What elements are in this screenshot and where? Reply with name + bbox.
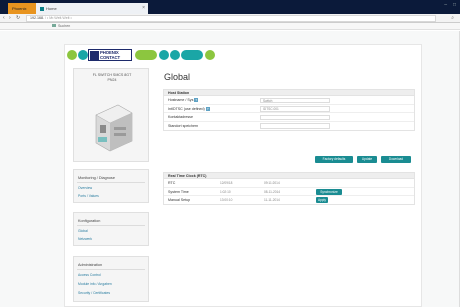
nav-heading: Konfiguration: [78, 219, 101, 223]
address-bar[interactable]: 192.168. / • Mr.Welt.Welt •: [26, 15, 436, 22]
nav-link-module[interactable]: Module info / Angaben: [78, 282, 112, 286]
nav-link-global[interactable]: Global: [78, 229, 88, 233]
bookmark-item[interactable]: Suchen: [52, 24, 70, 29]
nav-box-monitoring: Monitoring / Diagnose Overview Ports / V…: [73, 169, 149, 203]
product-title: FL SWITCH SMCS 8GT PN24: [92, 73, 132, 82]
back-icon[interactable]: ‹: [3, 15, 5, 22]
bookmark-label: Suchen: [58, 24, 71, 28]
field-label: Kontaktadresse: [168, 115, 193, 119]
nav-link-access[interactable]: Access Control: [78, 273, 101, 277]
brand-logo: PHOENIX CONTACT: [88, 49, 132, 61]
logo-mark-icon: [90, 51, 99, 60]
brand-dot-icon: [170, 50, 180, 60]
date-cell: 12/09/18: [220, 181, 233, 185]
field-label: Standort speichern: [168, 123, 199, 128]
field-label: Hostname / Sys?: [168, 98, 199, 103]
time-cell: 09:11:2014: [264, 181, 280, 185]
window-controls: – □: [444, 2, 456, 8]
close-icon[interactable]: ×: [142, 3, 145, 14]
nav-link-security[interactable]: Security / Certificates: [78, 291, 110, 295]
forward-icon[interactable]: ›: [9, 15, 11, 22]
brand-header: PHOENIX CONTACT: [67, 48, 227, 62]
tab-label: Phoenix: [12, 6, 27, 11]
form-row: Manual Setup 13:00:10 11-11-2014 Apply: [164, 196, 414, 205]
brand-pill-icon: [135, 50, 157, 60]
form-row: System Time 1:02:10 08-11-2014 Synchroni…: [164, 188, 414, 196]
nav-heading: Monitoring / Diagnose: [78, 176, 115, 180]
search-icon[interactable]: ⌕: [451, 15, 454, 21]
field-label: Manual Setup: [168, 198, 191, 202]
browser-tab-strip: Phoenix Home × – □: [0, 0, 460, 14]
brand-name: PHOENIX CONTACT: [100, 50, 120, 60]
time-cell: 08-11-2014: [264, 189, 281, 194]
hostname-field[interactable]: Switch: [260, 97, 330, 103]
nav-box-configuration: Konfiguration Global Netzwerk: [73, 212, 149, 246]
brand-dot-icon: [159, 50, 169, 60]
minimize-icon[interactable]: –: [444, 2, 447, 8]
location-field[interactable]: [260, 123, 330, 129]
download-button[interactable]: Download: [381, 156, 411, 163]
form-row: Kontaktadresse: [164, 113, 414, 122]
reload-icon[interactable]: ↻: [16, 15, 20, 22]
page-title: Global: [164, 72, 191, 82]
bookmarks-bar: Suchen: [0, 23, 460, 30]
tab-home[interactable]: Home ×: [36, 3, 148, 14]
address-path: / • Mr.Welt.Welt •: [45, 16, 72, 20]
product-image: [95, 104, 133, 152]
form-row: Hostname / Sys? Switch: [164, 96, 414, 105]
browser-toolbar: ‹ › ↻ 192.168. / • Mr.Welt.Welt • ⌕: [0, 14, 460, 23]
synchronize-button[interactable]: Synchronize: [316, 188, 342, 195]
web-page: PHOENIX CONTACT FL SWITCH SMCS 8GT PN24: [0, 31, 460, 307]
update-button[interactable]: Update: [357, 156, 377, 163]
brand-dot-icon: [205, 50, 215, 60]
apply-button[interactable]: Apply: [316, 197, 328, 203]
nav-link-network[interactable]: Netzwerk: [78, 237, 92, 241]
date-cell: 13:00:10: [220, 198, 233, 202]
brand-dot-icon: [67, 50, 77, 60]
form-row: IntIDTSC (use defined)? IDTSC.001: [164, 105, 414, 113]
field-label: RTC: [168, 181, 176, 185]
nav-divider: [77, 225, 145, 226]
nav-link-overview[interactable]: Overview: [78, 186, 92, 190]
bookmark-icon: [52, 24, 56, 27]
help-icon[interactable]: ?: [194, 98, 199, 103]
help-icon[interactable]: ?: [205, 106, 210, 111]
panel-rtc: Real Time Clock (RTC) RTC 12/09/18 09:11…: [163, 172, 415, 205]
form-row: RTC 12/09/18 09:11:2014: [164, 179, 414, 188]
date-cell: 1:02:10: [220, 189, 231, 194]
product-box: FL SWITCH SMCS 8GT PN24: [73, 68, 149, 162]
tab-label: Home: [46, 6, 57, 11]
nav-heading: Administration: [78, 263, 103, 267]
content-frame: PHOENIX CONTACT FL SWITCH SMCS 8GT PN24: [64, 44, 422, 307]
favicon-icon: [40, 6, 44, 11]
nav-divider: [77, 182, 145, 183]
form-row: Standort speichern: [164, 122, 414, 131]
nav-box-administration: Administration Access Control Module inf…: [73, 256, 149, 302]
address-host: 192.168.: [30, 16, 44, 20]
device-id-field[interactable]: IDTSC.001: [260, 106, 330, 112]
time-cell: 11-11-2014: [264, 198, 280, 202]
contact-field[interactable]: [260, 114, 330, 120]
panel-host-station: Host Station Hostname / Sys? Switch IntI…: [163, 89, 415, 131]
brand-dot-icon: [78, 50, 88, 60]
maximize-icon[interactable]: □: [453, 2, 456, 8]
field-label: System Time: [168, 189, 189, 194]
tab-phoenix[interactable]: Phoenix: [8, 3, 36, 14]
screenshot: Phoenix Home × – □ ‹ › ↻ 192.168. / • Mr…: [0, 0, 460, 307]
nav-divider: [77, 269, 145, 270]
field-label: IntIDTSC (use defined)?: [168, 106, 210, 111]
nav-link-ports[interactable]: Ports / Values: [78, 194, 99, 198]
factory-defaults-button[interactable]: Factory defaults: [315, 156, 353, 163]
brand-pill-icon: [181, 50, 203, 60]
